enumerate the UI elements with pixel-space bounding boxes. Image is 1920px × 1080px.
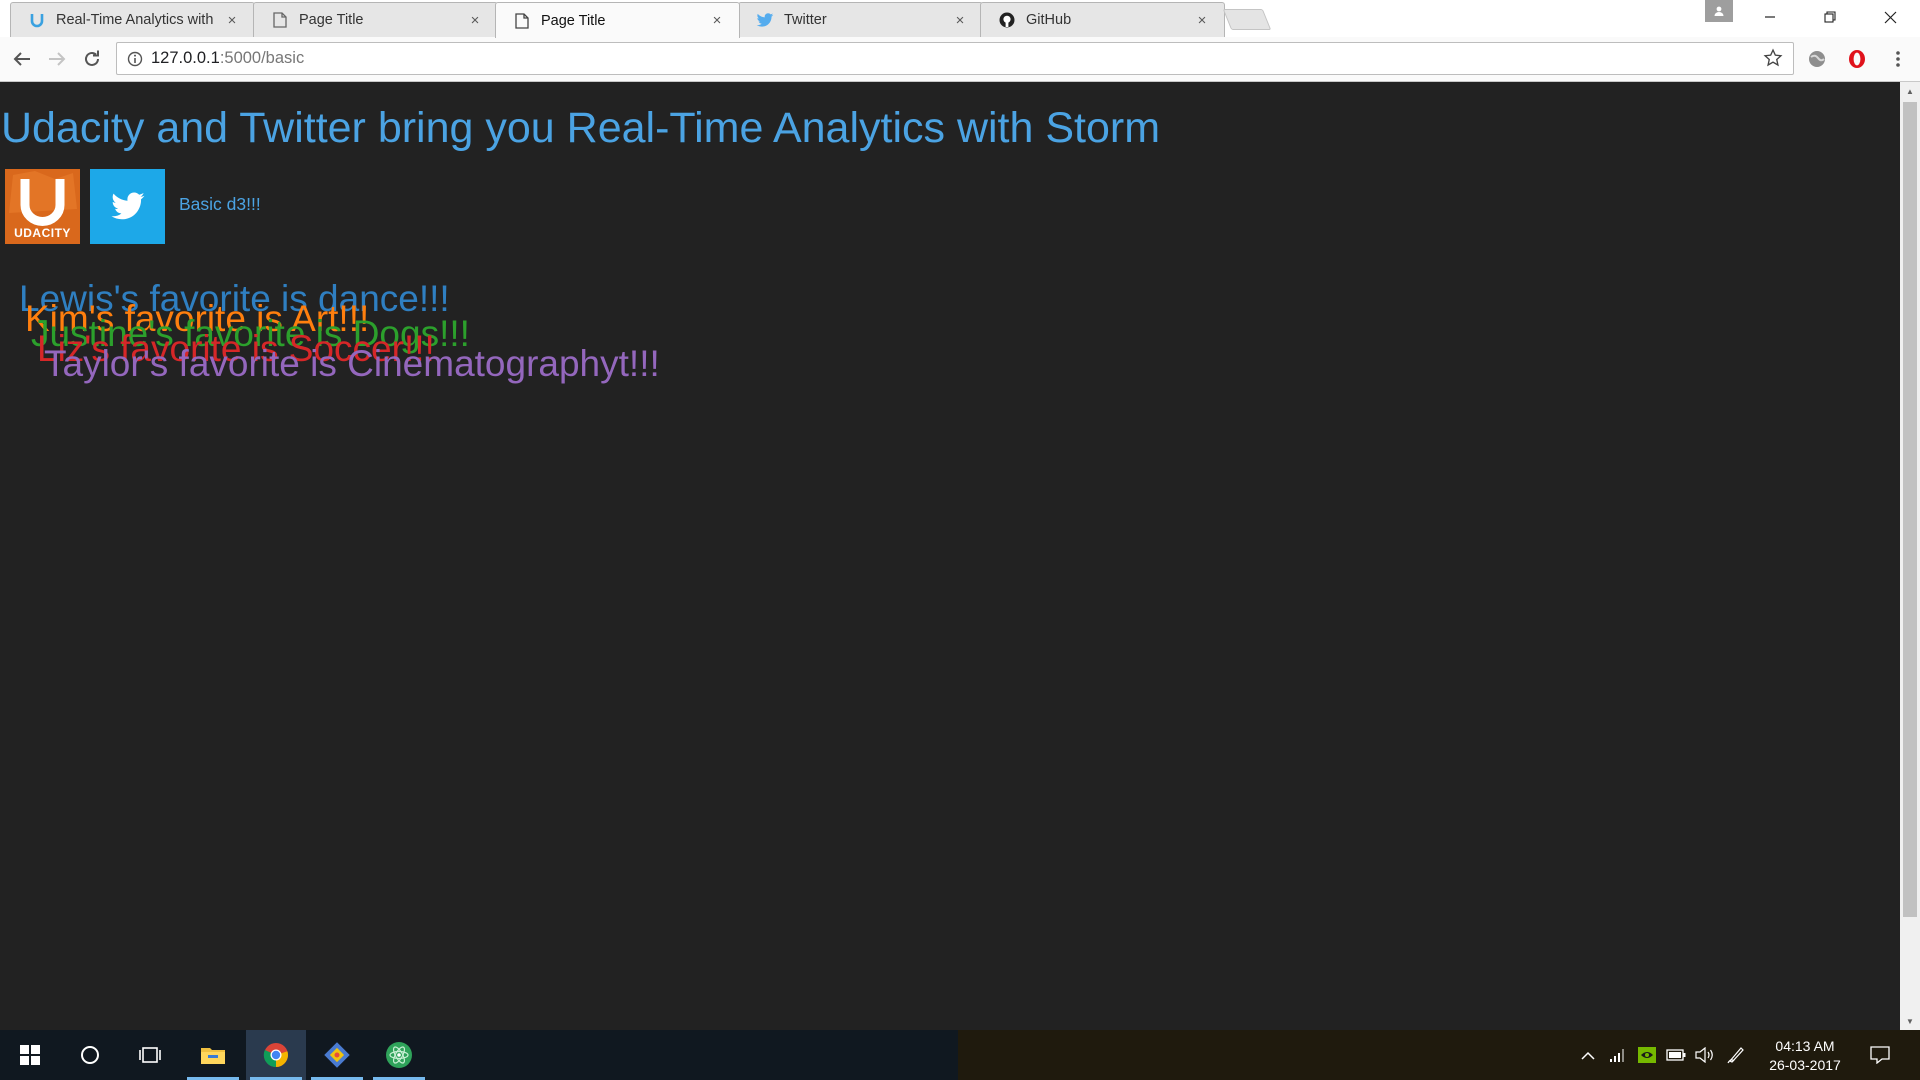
tab-title: Twitter	[784, 12, 827, 28]
url-path: :5000/basic	[219, 49, 305, 67]
close-window-icon[interactable]	[1860, 0, 1920, 34]
pen-workspace-icon[interactable]	[1726, 1045, 1746, 1065]
page-title: Udacity and Twitter bring you Real-Time …	[1, 104, 1161, 152]
favorite-text-taylor: Taylor's favorite is Cinematographyt!!!	[44, 343, 660, 384]
udacity-logo-text: UDACITY	[14, 226, 71, 240]
back-icon[interactable]	[8, 45, 36, 73]
github-icon	[998, 11, 1016, 29]
tray-chevron-up-icon[interactable]	[1578, 1045, 1598, 1065]
git-app-icon[interactable]	[307, 1030, 367, 1080]
tab-title: GitHub	[1026, 12, 1072, 28]
tab-strip: Real-Time Analytics with × Page Title × …	[0, 0, 1920, 38]
action-center-icon[interactable]	[1870, 1045, 1890, 1065]
bookmark-star-icon[interactable]	[1763, 48, 1783, 73]
opera-icon[interactable]	[1846, 48, 1868, 70]
forward-icon[interactable]	[43, 45, 71, 73]
tab-title: Page Title	[299, 12, 364, 28]
tab-github[interactable]: GitHub ×	[980, 2, 1225, 37]
page-icon	[271, 11, 289, 29]
tab-title: Page Title	[541, 12, 606, 29]
browser-toolbar: 127.0.0.1:5000/basic	[0, 37, 1920, 82]
udacity-logo[interactable]: UDACITY	[5, 169, 80, 244]
scroll-up-icon[interactable]: ▲	[1900, 82, 1920, 100]
basic-d3-link[interactable]: Basic d3!!!	[179, 194, 261, 215]
tab-twitter[interactable]: Twitter ×	[738, 2, 983, 37]
restore-icon[interactable]	[1800, 0, 1860, 34]
chrome-taskbar-icon[interactable]	[246, 1030, 306, 1080]
volume-icon[interactable]	[1695, 1045, 1715, 1065]
profile-icon[interactable]	[1705, 0, 1733, 22]
page-viewport: Udacity and Twitter bring you Real-Time …	[0, 82, 1900, 1030]
reload-icon[interactable]	[78, 45, 106, 73]
file-explorer-icon[interactable]	[183, 1030, 243, 1080]
page-icon	[513, 12, 531, 30]
tab-page-title-1[interactable]: Page Title ×	[253, 2, 498, 37]
twitter-icon	[756, 11, 774, 29]
tab-page-title-active[interactable]: Page Title ×	[495, 2, 740, 38]
new-tab-button[interactable]	[1222, 9, 1272, 30]
close-icon[interactable]: ×	[1194, 12, 1210, 29]
tab-title: Real-Time Analytics with	[56, 12, 214, 28]
clock-time: 04:13 AM	[1775, 1038, 1835, 1054]
windows-taskbar: 04:13 AM 26-03-2017	[0, 1030, 1920, 1080]
close-icon[interactable]: ×	[224, 12, 240, 29]
extension-globe-icon[interactable]	[1806, 48, 1828, 70]
battery-icon[interactable]	[1666, 1045, 1686, 1065]
address-bar[interactable]: 127.0.0.1:5000/basic	[116, 42, 1794, 75]
url-text: 127.0.0.1:5000/basic	[151, 49, 304, 68]
scroll-down-icon[interactable]: ▼	[1900, 1012, 1920, 1030]
minimize-icon[interactable]	[1740, 0, 1800, 34]
cortana-search-icon[interactable]	[60, 1030, 120, 1080]
windows-start-icon[interactable]	[0, 1030, 60, 1080]
menu-dots-icon[interactable]	[1887, 48, 1909, 70]
scroll-thumb[interactable]	[1903, 102, 1917, 917]
url-host: 127.0.0.1	[151, 49, 220, 67]
udacity-icon	[28, 11, 46, 29]
info-icon[interactable]	[127, 51, 143, 67]
close-icon[interactable]: ×	[467, 12, 483, 29]
twitter-logo[interactable]	[90, 169, 165, 244]
tab-realtime-analytics[interactable]: Real-Time Analytics with ×	[10, 2, 255, 37]
task-view-icon[interactable]	[120, 1030, 180, 1080]
clock-date: 26-03-2017	[1769, 1057, 1841, 1073]
vertical-scrollbar[interactable]: ▲ ▼	[1900, 82, 1920, 1030]
network-signal-icon[interactable]	[1607, 1045, 1627, 1065]
close-icon[interactable]: ×	[709, 12, 725, 29]
nvidia-icon[interactable]	[1637, 1045, 1657, 1065]
close-icon[interactable]: ×	[952, 12, 968, 29]
twitter-bird-icon	[111, 191, 144, 219]
atom-app-icon[interactable]	[369, 1030, 429, 1080]
taskbar-clock[interactable]: 04:13 AM 26-03-2017	[1760, 1037, 1850, 1075]
